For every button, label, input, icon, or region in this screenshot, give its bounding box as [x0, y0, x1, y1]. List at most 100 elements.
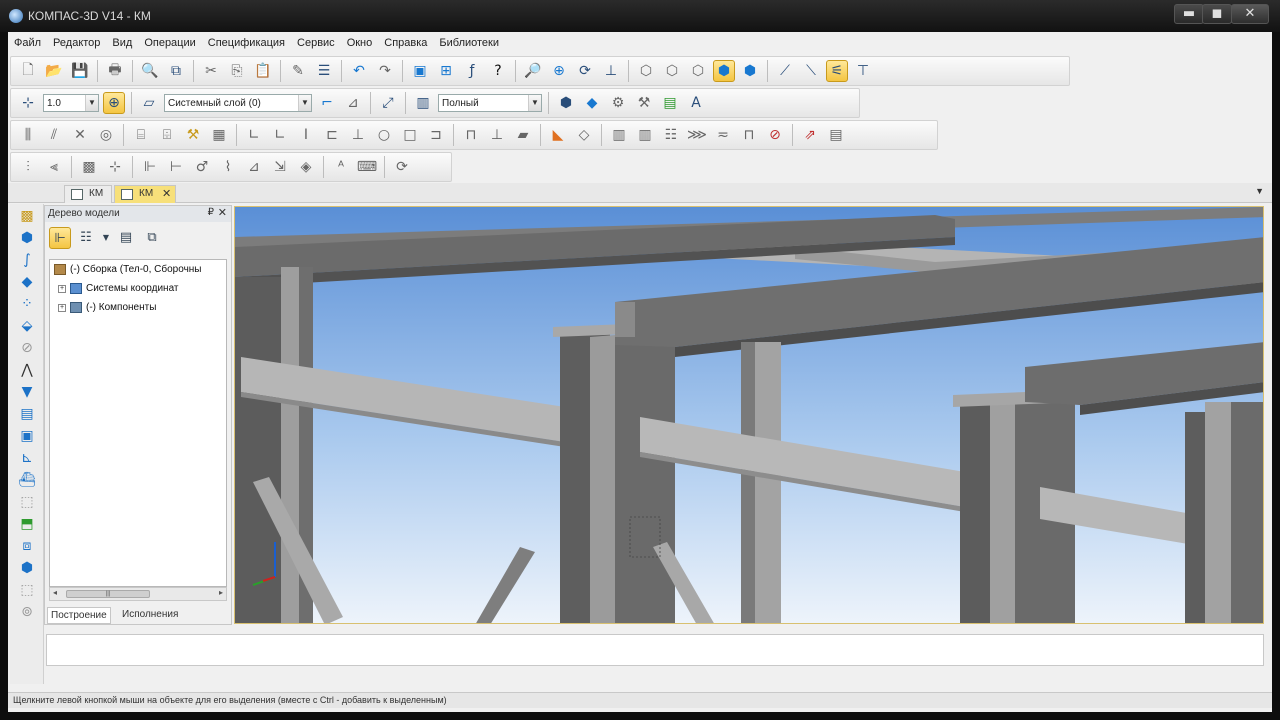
editing-details-icon[interactable]: ▩ — [16, 206, 38, 226]
roughness-icon[interactable]: ⌇ — [217, 156, 239, 178]
local-cs-icon[interactable]: ⌐ — [316, 92, 338, 114]
wires-icon[interactable]: ⛴ — [16, 470, 38, 490]
dimensions-icon[interactable]: ⊘ — [16, 338, 38, 358]
report-icon[interactable]: ▤ — [825, 124, 847, 146]
specification-icon[interactable]: ▤ — [16, 404, 38, 424]
menu-operations[interactable]: Операции — [138, 34, 201, 56]
i-beam-icon[interactable]: I — [295, 124, 317, 146]
help-cursor-icon[interactable]: ? — [487, 60, 509, 82]
chevron-down-icon[interactable]: ▼ — [298, 95, 311, 111]
scroll-right-icon[interactable]: ▸ — [219, 588, 223, 597]
scroll-thumb[interactable]: ||| — [66, 590, 150, 598]
redo-icon[interactable]: ↷ — [374, 60, 396, 82]
style-icon[interactable]: ▥ — [412, 92, 434, 114]
chevron-down-icon[interactable]: ▼ — [101, 227, 111, 249]
tab-km-active[interactable]: КМ ✕ — [114, 185, 177, 203]
export-icon[interactable]: ⇗ — [799, 124, 821, 146]
hatch-icon[interactable]: ▩ — [78, 156, 100, 178]
plane-icon[interactable]: ⊿ — [342, 92, 364, 114]
hidden-lines-icon[interactable]: ⬡ — [661, 60, 683, 82]
axes-grid-icon[interactable]: ⫶ — [17, 156, 39, 178]
sheet-metal-icon[interactable]: ⬙ — [16, 316, 38, 336]
spatial-curves-icon[interactable]: ∫ — [16, 250, 38, 270]
reports-icon[interactable]: ▣ — [16, 426, 38, 446]
cut-profile-icon[interactable]: ⊘ — [764, 124, 786, 146]
pin-icon[interactable]: ₽ — [208, 207, 214, 218]
square-tube-icon[interactable]: □ — [399, 124, 421, 146]
grating-icon[interactable]: ▥ — [608, 124, 630, 146]
text-icon[interactable]: A — [685, 92, 707, 114]
channel-icon[interactable]: ⊏ — [321, 124, 343, 146]
list-icon[interactable]: ☰ — [313, 60, 335, 82]
function-icon[interactable]: ƒ — [461, 60, 483, 82]
designations-icon[interactable]: ⋀ — [16, 360, 38, 380]
menu-help[interactable]: Справка — [378, 34, 433, 56]
beam-icon[interactable]: ⫽ — [43, 124, 65, 146]
expand-icon[interactable]: + — [58, 284, 66, 293]
paste-icon[interactable]: 📋 — [252, 60, 274, 82]
orient-icon[interactable]: ⊥ — [600, 60, 622, 82]
layer-icon[interactable]: ▱ — [138, 92, 160, 114]
mark-icon[interactable]: ⊢ — [165, 156, 187, 178]
assembly-icon[interactable]: ⬢ — [555, 92, 577, 114]
menu-view[interactable]: Вид — [106, 34, 138, 56]
tree-document-icon[interactable]: ▤ — [115, 227, 137, 249]
save-icon[interactable]: 💾 — [69, 60, 91, 82]
truss-icon[interactable]: ⌹ — [156, 124, 178, 146]
tree-node-assembly[interactable]: (-) Сборка (Тел-0, Сборочны — [54, 264, 202, 275]
tree-view-mode-icon[interactable]: ☷ — [75, 227, 97, 249]
ladder-icon[interactable]: ☷ — [660, 124, 682, 146]
menu-window[interactable]: Окно — [341, 34, 379, 56]
manager-icon[interactable]: ▣ — [409, 60, 431, 82]
t-profile-icon[interactable]: ⊥ — [347, 124, 369, 146]
profile-icon[interactable]: ◎ — [95, 124, 117, 146]
horizontal-scrollbar[interactable]: ◂ ||| ▸ — [49, 587, 227, 601]
layer-combo[interactable]: Системный слой (0) ▼ — [164, 94, 312, 112]
fasteners-icon[interactable]: ⚒ — [633, 92, 655, 114]
scroll-left-icon[interactable]: ◂ — [53, 588, 57, 597]
table-mark-icon[interactable]: ⌨ — [356, 156, 378, 178]
stair-icon[interactable]: ⋙ — [686, 124, 708, 146]
arrow-view-icon[interactable]: ⇲ — [269, 156, 291, 178]
close-tab-icon[interactable]: ✕ — [162, 187, 171, 200]
menu-file[interactable]: Файл — [8, 34, 47, 56]
diamond-icon[interactable]: ◇ — [573, 124, 595, 146]
new-file-icon[interactable]: 🗋 — [17, 60, 39, 82]
variables-icon[interactable]: ⊞ — [435, 60, 457, 82]
double-angle-icon[interactable]: ⊥ — [486, 124, 508, 146]
scale-combo[interactable]: 1.0 ▼ — [43, 94, 99, 112]
step-cursor-icon[interactable]: ⊕ — [103, 92, 125, 114]
catalog-icon[interactable]: ▤ — [659, 92, 681, 114]
menu-libraries[interactable]: Библиотеки — [433, 34, 505, 56]
elements-icon[interactable]: ⬚ — [16, 492, 38, 512]
tree-relations-icon[interactable]: ⧉ — [141, 227, 163, 249]
tabs-menu-icon[interactable]: ▼ — [1255, 186, 1264, 196]
diamond-mark-icon[interactable]: ◈ — [295, 156, 317, 178]
orientation-icon[interactable]: ⤢ — [377, 92, 399, 114]
railing-icon[interactable]: ≂ — [712, 124, 734, 146]
tab-versions[interactable]: Исполнения — [119, 607, 181, 622]
h-frame-icon[interactable]: ⊓ — [460, 124, 482, 146]
tools-icon[interactable]: ⚒ — [182, 124, 204, 146]
table-icon[interactable]: ▦ — [208, 124, 230, 146]
shaded-edges-icon[interactable]: ⬢ — [739, 60, 761, 82]
tree-node-components[interactable]: + (-) Компоненты — [58, 302, 156, 313]
auxiliary-geometry-icon[interactable]: ⬢ — [16, 228, 38, 248]
part-icon[interactable]: ◆ — [581, 92, 603, 114]
zoom-window-icon[interactable]: ⊕ — [548, 60, 570, 82]
tree-node-coordinate-systems[interactable]: + Системы координат — [58, 283, 179, 294]
close-window-button[interactable]: ✕ — [1231, 4, 1269, 24]
undo-icon[interactable]: ↶ — [348, 60, 370, 82]
corner-icon[interactable]: ◣ — [547, 124, 569, 146]
chevron-down-icon[interactable]: ▼ — [85, 95, 98, 111]
thin-lines-icon[interactable]: ⬡ — [687, 60, 709, 82]
chevron-down-icon[interactable]: ▼ — [528, 95, 541, 111]
close-icon[interactable]: ✕ — [218, 206, 227, 219]
mates-icon[interactable]: ⧈ — [16, 536, 38, 556]
refresh-icon[interactable]: ⟳ — [391, 156, 413, 178]
brace-icon[interactable]: ✕ — [69, 124, 91, 146]
zoom-icon[interactable]: 🔎 — [522, 60, 544, 82]
plate-icon[interactable]: ▰ — [512, 124, 534, 146]
properties-icon[interactable]: ✎ — [287, 60, 309, 82]
grating-2-icon[interactable]: ▥ — [634, 124, 656, 146]
